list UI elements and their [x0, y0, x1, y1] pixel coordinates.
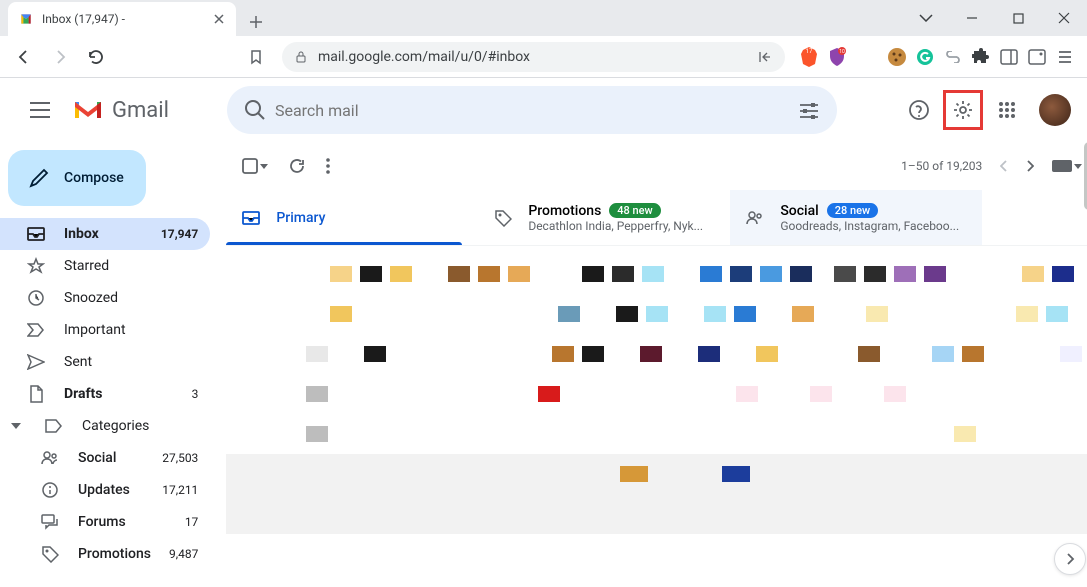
- categories-icon: [44, 416, 64, 436]
- extensions-icon[interactable]: [971, 47, 991, 67]
- mail-row[interactable]: [226, 414, 1087, 454]
- gmail-logo[interactable]: Gmail: [72, 98, 169, 123]
- promotions-badge: 48 new: [609, 203, 660, 218]
- support-button[interactable]: [899, 90, 939, 130]
- bookmark-button[interactable]: [240, 41, 272, 73]
- inbox-icon: [26, 224, 46, 244]
- brave-icon[interactable]: 17: [799, 47, 819, 67]
- address-bar[interactable]: mail.google.com/mail/u/0/#inbox: [282, 42, 785, 72]
- forward-button[interactable]: [44, 41, 76, 73]
- account-avatar[interactable]: [1039, 94, 1071, 126]
- select-all-checkbox[interactable]: [242, 158, 268, 174]
- close-tab-icon[interactable]: [212, 12, 226, 26]
- shield-icon[interactable]: 10: [827, 47, 847, 67]
- svg-text:17: 17: [806, 48, 813, 55]
- mail-row[interactable]: [226, 534, 1087, 546]
- compose-button[interactable]: Compose: [8, 150, 146, 206]
- people-icon: [40, 448, 60, 468]
- input-tools-button[interactable]: [1052, 160, 1082, 172]
- mail-row[interactable]: [226, 374, 1087, 414]
- next-page-button[interactable]: [1026, 160, 1034, 172]
- chevron-down-icon: [6, 423, 26, 429]
- mail-row[interactable]: [226, 454, 1087, 494]
- mail-row[interactable]: [226, 494, 1087, 534]
- sent-icon: [26, 352, 46, 372]
- back-button[interactable]: [8, 41, 40, 73]
- sidebar-category-social[interactable]: Social 27,503: [0, 442, 210, 474]
- search-input[interactable]: [275, 101, 789, 120]
- mail-row[interactable]: [226, 334, 1087, 374]
- mail-row[interactable]: [226, 294, 1087, 334]
- tab-search-button[interactable]: [903, 0, 949, 36]
- lock-icon: [294, 50, 308, 64]
- social-badge: 28 new: [827, 203, 878, 218]
- sidebar-item-snoozed[interactable]: Snoozed: [0, 282, 210, 314]
- reload-button[interactable]: [80, 41, 112, 73]
- link-icon[interactable]: [943, 47, 963, 67]
- pagination-range: 1–50 of 19,203: [901, 159, 982, 173]
- main-menu-button[interactable]: [16, 86, 64, 134]
- tag-icon: [40, 544, 60, 564]
- sidebar-item-starred[interactable]: Starred: [0, 250, 210, 282]
- sidebar-item-sent[interactable]: Sent: [0, 346, 210, 378]
- tab-social[interactable]: Social28 new Goodreads, Instagram, Faceb…: [730, 190, 982, 245]
- mail-list: [226, 246, 1087, 546]
- search-bar[interactable]: [227, 86, 837, 134]
- sidebar-item-categories[interactable]: Categories: [0, 410, 210, 442]
- content-area: 1–50 of 19,203 Primary Promotions48 new …: [226, 142, 1087, 587]
- important-icon: [26, 320, 46, 340]
- star-icon: [26, 256, 46, 276]
- menu-icon[interactable]: [1055, 47, 1075, 67]
- cookie-icon[interactable]: [887, 47, 907, 67]
- sidebar: Compose Inbox 17,947 Starred Snoozed Imp…: [0, 142, 226, 587]
- clock-icon: [26, 288, 46, 308]
- sidebar-category-forums[interactable]: Forums 17: [0, 506, 210, 538]
- tab-promotions[interactable]: Promotions48 new Decathlon India, Pepper…: [478, 190, 730, 245]
- people-tab-icon: [746, 211, 764, 225]
- close-window-button[interactable]: [1041, 0, 1087, 36]
- search-options-icon[interactable]: [789, 90, 829, 130]
- mail-row[interactable]: [226, 254, 1087, 294]
- tag-tab-icon: [494, 209, 512, 227]
- gmail-logo-text: Gmail: [112, 98, 169, 123]
- settings-button[interactable]: [943, 90, 983, 130]
- svg-text:10: 10: [839, 49, 845, 55]
- more-button[interactable]: [326, 158, 330, 174]
- info-icon: [40, 480, 60, 500]
- apps-button[interactable]: [987, 90, 1027, 130]
- minimize-button[interactable]: [949, 0, 995, 36]
- compose-label: Compose: [64, 170, 124, 186]
- sidebar-item-important[interactable]: Important: [0, 314, 210, 346]
- maximize-button[interactable]: [995, 0, 1041, 36]
- inbox-tab-icon: [242, 211, 260, 225]
- url-text: mail.google.com/mail/u/0/#inbox: [318, 49, 530, 65]
- share-icon[interactable]: [757, 49, 773, 65]
- new-tab-button[interactable]: [242, 8, 270, 36]
- refresh-button[interactable]: [288, 157, 306, 175]
- gmail-favicon: [18, 11, 34, 27]
- grammarly-icon[interactable]: [915, 47, 935, 67]
- sidebar-item-inbox[interactable]: Inbox 17,947: [0, 218, 210, 250]
- pencil-icon: [28, 167, 50, 189]
- browser-tab[interactable]: Inbox (17,947) -: [8, 2, 236, 36]
- tab-primary[interactable]: Primary: [226, 190, 478, 245]
- forums-icon: [40, 512, 60, 532]
- sidebar-category-updates[interactable]: Updates 17,211: [0, 474, 210, 506]
- prev-page-button[interactable]: [1000, 160, 1008, 172]
- sidebar-item-drafts[interactable]: Drafts 3: [0, 378, 210, 410]
- sidebar-category-promotions[interactable]: Promotions 9,487: [0, 538, 210, 570]
- account-icon[interactable]: [1027, 47, 1047, 67]
- side-panel-toggle[interactable]: [1054, 543, 1086, 575]
- sidepanel-icon[interactable]: [999, 47, 1019, 67]
- tab-title: Inbox (17,947) -: [42, 12, 204, 26]
- drafts-icon: [26, 384, 46, 404]
- search-icon[interactable]: [235, 90, 275, 130]
